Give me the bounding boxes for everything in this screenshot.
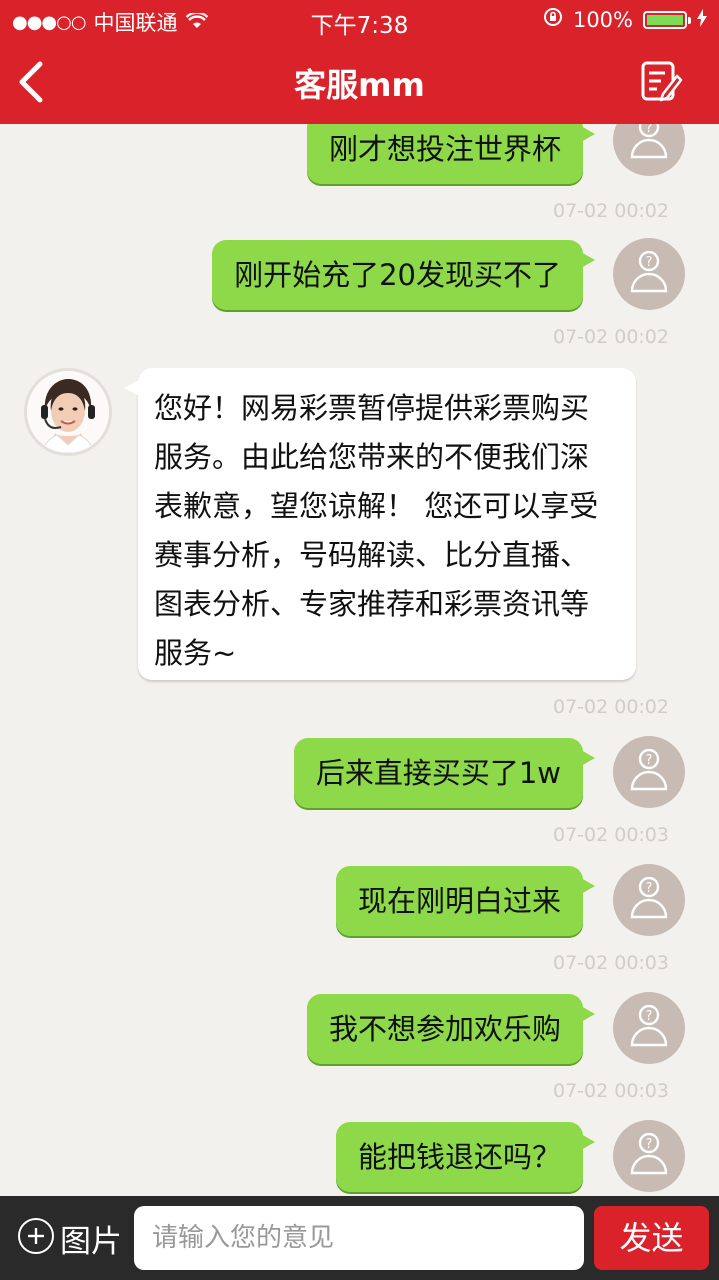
agent-photo-icon bbox=[27, 371, 109, 453]
user-placeholder-icon: ? bbox=[630, 1133, 668, 1175]
svg-text:?: ? bbox=[646, 753, 653, 768]
svg-text:?: ? bbox=[646, 255, 653, 270]
rotation-lock-icon bbox=[543, 7, 563, 32]
user-avatar: ? bbox=[613, 992, 685, 1064]
user-placeholder-icon: ? bbox=[630, 1005, 668, 1047]
received-message-bubble[interactable]: 您好！网易彩票暂停提供彩票购买 服务。由此给您带来的不便我们深 表歉意，望您谅解… bbox=[124, 368, 636, 680]
message-timestamp: 07-02 00:02 bbox=[552, 200, 669, 222]
plus-icon bbox=[28, 1228, 44, 1244]
battery-percent: 100% bbox=[572, 7, 633, 32]
user-avatar: ? bbox=[613, 1120, 685, 1192]
sent-message-bubble[interactable]: 刚开始充了20发现买不了 bbox=[212, 240, 595, 310]
edit-note-icon bbox=[641, 61, 683, 102]
message-line: 表歉意，望您谅解！ 您还可以享受 bbox=[154, 489, 599, 523]
message-line: 图表分析、专家推荐和彩票资讯等 bbox=[154, 587, 590, 621]
add-image-button[interactable] bbox=[18, 1218, 54, 1254]
message-timestamp: 07-02 00:02 bbox=[552, 696, 669, 718]
user-placeholder-icon: ? bbox=[630, 749, 668, 791]
message-timestamp: 07-02 00:02 bbox=[552, 326, 669, 348]
chat-area[interactable]: 刚才想投注世界杯 ? 07-02 00:02 刚开始充了20发现买不了 ? 07… bbox=[0, 124, 719, 1196]
charging-icon bbox=[697, 8, 707, 32]
edit-button[interactable] bbox=[639, 60, 683, 104]
message-timestamp: 07-02 00:03 bbox=[552, 824, 669, 846]
page-title: 客服mm bbox=[294, 66, 425, 104]
user-placeholder-icon: ? bbox=[630, 877, 668, 919]
sent-message-bubble[interactable]: 能把钱退还吗？ bbox=[335, 1122, 596, 1192]
status-bar: ●●●○○ 中国联通 下午7:38 100% bbox=[0, 0, 719, 40]
sent-message-bubble[interactable]: 刚才想投注世界杯 bbox=[306, 124, 596, 184]
svg-text:?: ? bbox=[646, 124, 653, 136]
nav-bar: 客服mm bbox=[0, 40, 719, 124]
svg-text:?: ? bbox=[646, 1009, 653, 1024]
sent-message-bubble[interactable]: 后来直接买买了1w bbox=[293, 738, 596, 808]
message-line: 服务。由此给您带来的不便我们深 bbox=[154, 440, 590, 474]
svg-text:?: ? bbox=[646, 881, 653, 896]
user-avatar: ? bbox=[613, 736, 685, 808]
image-label[interactable]: 图片 bbox=[60, 1216, 122, 1261]
message-line: 服务~ bbox=[154, 636, 237, 670]
svg-text:?: ? bbox=[646, 1137, 653, 1152]
battery-icon bbox=[643, 10, 691, 29]
message-line: 您好！网易彩票暂停提供彩票购买 bbox=[154, 391, 590, 425]
user-avatar: ? bbox=[613, 864, 685, 936]
message-line: 赛事分析，号码解读、比分直播、 bbox=[154, 538, 590, 572]
send-button[interactable]: 发送 bbox=[594, 1206, 709, 1270]
sent-message-bubble[interactable]: 我不想参加欢乐购 bbox=[306, 994, 596, 1064]
input-bar: 图片 请输入您的意见 发送 bbox=[0, 1196, 719, 1280]
user-avatar: ? bbox=[613, 124, 685, 176]
agent-avatar bbox=[24, 368, 112, 456]
user-placeholder-icon: ? bbox=[630, 124, 668, 159]
feedback-input[interactable]: 请输入您的意见 bbox=[134, 1206, 584, 1270]
user-placeholder-icon: ? bbox=[630, 251, 668, 293]
sent-message-bubble[interactable]: 现在刚明白过来 bbox=[335, 866, 596, 936]
header: ●●●○○ 中国联通 下午7:38 100% 客服mm bbox=[0, 0, 719, 124]
user-avatar: ? bbox=[613, 238, 685, 310]
message-timestamp: 07-02 00:03 bbox=[552, 1080, 669, 1102]
message-timestamp: 07-02 00:03 bbox=[552, 952, 669, 974]
